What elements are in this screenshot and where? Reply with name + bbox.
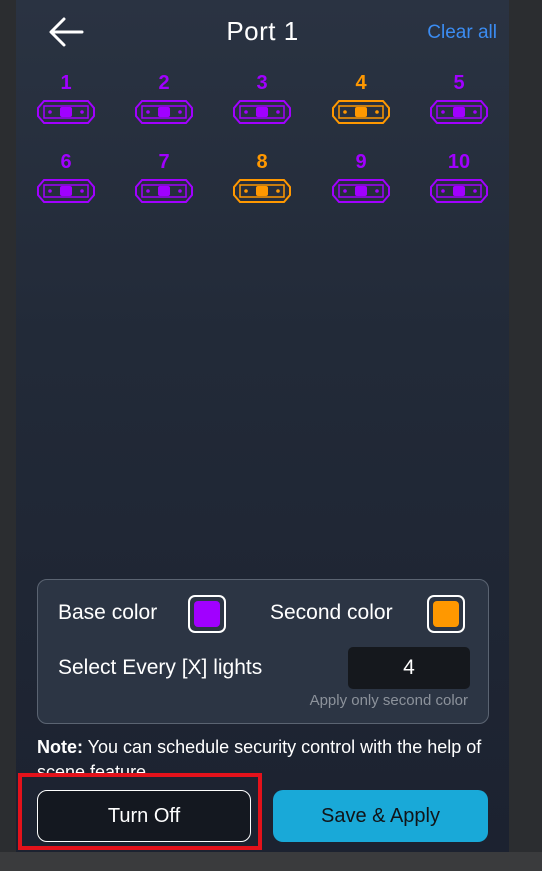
- light-2[interactable]: 2: [134, 70, 194, 130]
- second-color-label: Second color: [270, 601, 393, 624]
- header: Port 1 Clear all: [16, 0, 509, 64]
- led-strip-icon: [430, 100, 488, 124]
- base-color-swatch[interactable]: [188, 595, 226, 633]
- light-7[interactable]: 7: [134, 149, 194, 209]
- light-number: 9: [355, 151, 367, 173]
- light-6[interactable]: 6: [36, 149, 96, 209]
- light-number: 2: [158, 72, 170, 94]
- save-apply-button[interactable]: Save & Apply: [273, 790, 488, 842]
- led-strip-icon: [332, 100, 390, 124]
- light-number: 3: [256, 72, 268, 94]
- led-strip-icon: [37, 179, 95, 203]
- light-10[interactable]: 10: [429, 149, 489, 209]
- clear-all-button[interactable]: Clear all: [427, 22, 497, 44]
- turn-off-button[interactable]: Turn Off: [37, 790, 251, 842]
- led-strip-icon: [37, 100, 95, 124]
- second-color-swatch[interactable]: [427, 595, 465, 633]
- light-number: 7: [158, 151, 170, 173]
- light-1[interactable]: 1: [36, 70, 96, 130]
- apply-hint: Apply only second color: [309, 692, 468, 709]
- light-4[interactable]: 4: [331, 70, 391, 130]
- color-settings-panel: Base color Second color Select Every [X]…: [37, 579, 489, 724]
- led-strip-icon: [233, 100, 291, 124]
- note-prefix: Note:: [37, 737, 83, 757]
- light-3[interactable]: 3: [232, 70, 292, 130]
- light-8[interactable]: 8: [232, 149, 292, 209]
- led-strip-icon: [135, 179, 193, 203]
- light-5[interactable]: 5: [429, 70, 489, 130]
- note-text: Note: You can schedule security control …: [37, 735, 497, 773]
- note-body: You can schedule security control with t…: [37, 737, 482, 773]
- light-number: 10: [447, 151, 471, 173]
- select-every-label: Select Every [X] lights: [58, 656, 263, 679]
- base-color-fill: [194, 601, 220, 627]
- led-strip-icon: [233, 179, 291, 203]
- phone-screen: Port 1 Clear all 1 2 3 4 5 6 7 8 9 10 Base color …: [16, 0, 509, 852]
- light-9[interactable]: 9: [331, 149, 391, 209]
- led-strip-icon: [332, 179, 390, 203]
- light-number: 4: [355, 72, 367, 94]
- bottom-bar: [0, 852, 542, 871]
- light-number: 1: [60, 72, 72, 94]
- base-color-label: Base color: [58, 601, 158, 624]
- light-number: 5: [453, 72, 465, 94]
- select-every-input[interactable]: [348, 647, 470, 689]
- light-number: 6: [60, 151, 72, 173]
- led-strip-icon: [135, 100, 193, 124]
- led-strip-icon: [430, 179, 488, 203]
- light-number: 8: [256, 151, 268, 173]
- second-color-fill: [433, 601, 459, 627]
